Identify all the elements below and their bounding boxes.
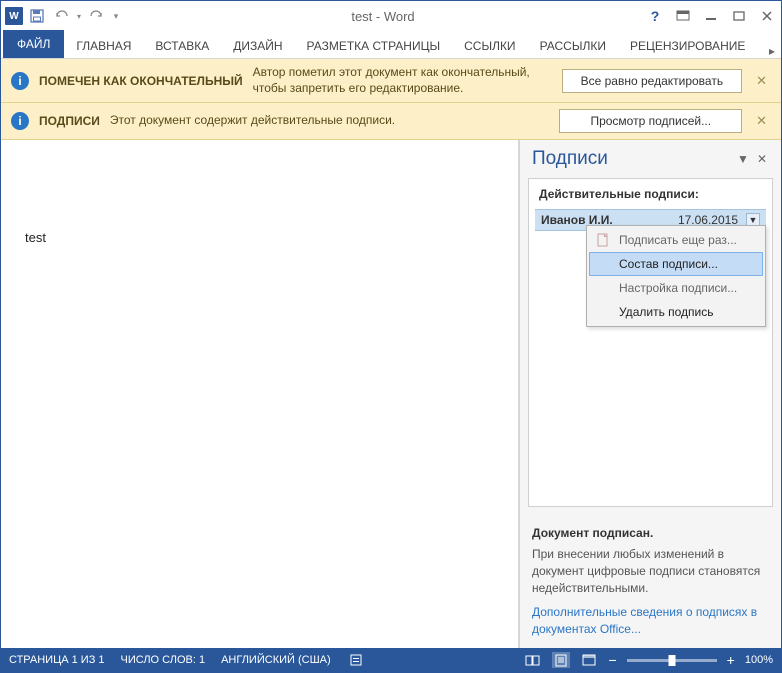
siglist-header: Действительные подписи:	[529, 179, 772, 209]
ribbon-tabs: ФАЙЛ ГЛАВНАЯ ВСТАВКА ДИЗАЙН РАЗМЕТКА СТР…	[1, 31, 781, 59]
document-icon	[597, 233, 611, 247]
tab-file[interactable]: ФАЙЛ	[3, 30, 64, 58]
view-signatures-button[interactable]: Просмотр подписей...	[559, 109, 742, 133]
sigpane-footer-link[interactable]: Дополнительные сведения о подписях в док…	[532, 604, 769, 638]
undo-icon[interactable]	[51, 6, 71, 26]
tab-review[interactable]: РЕЦЕНЗИРОВАНИЕ	[618, 33, 757, 58]
sigpane-footer-head: Документ подписан.	[532, 525, 769, 542]
status-macro-icon[interactable]	[347, 652, 365, 668]
ribbon-scroll-right-icon[interactable]: ▸	[763, 44, 781, 58]
sigpane-footer-body: При внесении любых изменений в документ …	[532, 546, 769, 596]
tab-insert[interactable]: ВСТАВКА	[143, 33, 221, 58]
status-bar: СТРАНИЦА 1 ИЗ 1 ЧИСЛО СЛОВ: 1 АНГЛИЙСКИЙ…	[1, 648, 781, 672]
redo-icon[interactable]	[87, 6, 107, 26]
msgbar-final-close-icon[interactable]: ✕	[752, 73, 771, 89]
sigpane-footer: Документ подписан. При внесении любых из…	[520, 515, 781, 648]
tab-references[interactable]: ССЫЛКИ	[452, 33, 527, 58]
status-word-count[interactable]: ЧИСЛО СЛОВ: 1	[121, 654, 206, 666]
sigpane-header: Подписи ▼ ✕	[520, 140, 781, 178]
ribbon-display-icon[interactable]	[673, 6, 693, 26]
zoom-slider[interactable]	[627, 659, 717, 662]
qat-dropdown-icon[interactable]: ▾	[111, 6, 121, 26]
word-logo-icon: W	[5, 7, 23, 25]
status-page[interactable]: СТРАНИЦА 1 ИЗ 1	[9, 654, 105, 666]
status-language[interactable]: АНГЛИЙСКИЙ (США)	[221, 654, 331, 666]
tab-home[interactable]: ГЛАВНАЯ	[64, 33, 143, 58]
zoom-in-icon[interactable]: +	[727, 652, 735, 668]
msgbar-final-title: ПОМЕЧЕН КАК ОКОНЧАТЕЛЬНЫЙ	[39, 74, 243, 88]
print-layout-icon[interactable]	[552, 652, 570, 668]
status-right: − + 100%	[524, 652, 773, 668]
title-bar: W ▾ ▾ test - Word ?	[1, 1, 781, 31]
menu-sign-again: Подписать еще раз...	[589, 228, 763, 252]
document-content: test	[25, 230, 46, 245]
maximize-icon[interactable]	[729, 6, 749, 26]
close-icon[interactable]	[757, 6, 777, 26]
sigpane-title: Подписи	[532, 148, 733, 170]
tab-mailings[interactable]: РАССЫЛКИ	[528, 33, 618, 58]
signature-context-menu: Подписать еще раз... Состав подписи... Н…	[586, 225, 766, 327]
menu-signature-composition[interactable]: Состав подписи...	[589, 252, 763, 276]
window-controls: ?	[645, 6, 777, 26]
msgbar-sig-text: Этот документ содержит действительные по…	[110, 113, 550, 129]
zoom-level[interactable]: 100%	[745, 654, 773, 666]
quick-access-toolbar: W ▾ ▾	[5, 6, 121, 26]
menu-remove-signature[interactable]: Удалить подпись	[589, 300, 763, 324]
undo-dropdown-icon[interactable]: ▾	[75, 6, 83, 26]
tab-layout[interactable]: РАЗМЕТКА СТРАНИЦЫ	[295, 33, 453, 58]
sigpane-dropdown-icon[interactable]: ▼	[733, 152, 753, 166]
msgbar-final-text: Автор пометил этот документ как окончате…	[253, 65, 552, 96]
web-layout-icon[interactable]	[580, 652, 598, 668]
minimize-icon[interactable]	[701, 6, 721, 26]
sigpane-close-icon[interactable]: ✕	[753, 152, 771, 166]
signatures-pane: Подписи ▼ ✕ Действительные подписи: Иван…	[519, 140, 781, 648]
sigpane-body: Действительные подписи: Иванов И.И. 17.0…	[528, 178, 773, 507]
help-icon[interactable]: ?	[645, 6, 665, 26]
document-area[interactable]: test	[1, 140, 519, 648]
workspace: test Подписи ▼ ✕ Действительные подписи:…	[1, 140, 781, 648]
tab-design[interactable]: ДИЗАЙН	[221, 33, 294, 58]
info-icon: i	[11, 72, 29, 90]
msgbar-sig-title: ПОДПИСИ	[39, 114, 100, 128]
zoom-out-icon[interactable]: −	[608, 652, 616, 668]
message-bar-signatures: i ПОДПИСИ Этот документ содержит действи…	[1, 103, 781, 140]
info-icon: i	[11, 112, 29, 130]
edit-anyway-button[interactable]: Все равно редактировать	[562, 69, 742, 93]
msgbar-sig-close-icon[interactable]: ✕	[752, 113, 771, 129]
save-icon[interactable]	[27, 6, 47, 26]
menu-signature-setup: Настройка подписи...	[589, 276, 763, 300]
window-title: test - Word	[121, 9, 645, 24]
message-bar-final: i ПОМЕЧЕН КАК ОКОНЧАТЕЛЬНЫЙ Автор помети…	[1, 59, 781, 103]
read-mode-icon[interactable]	[524, 652, 542, 668]
